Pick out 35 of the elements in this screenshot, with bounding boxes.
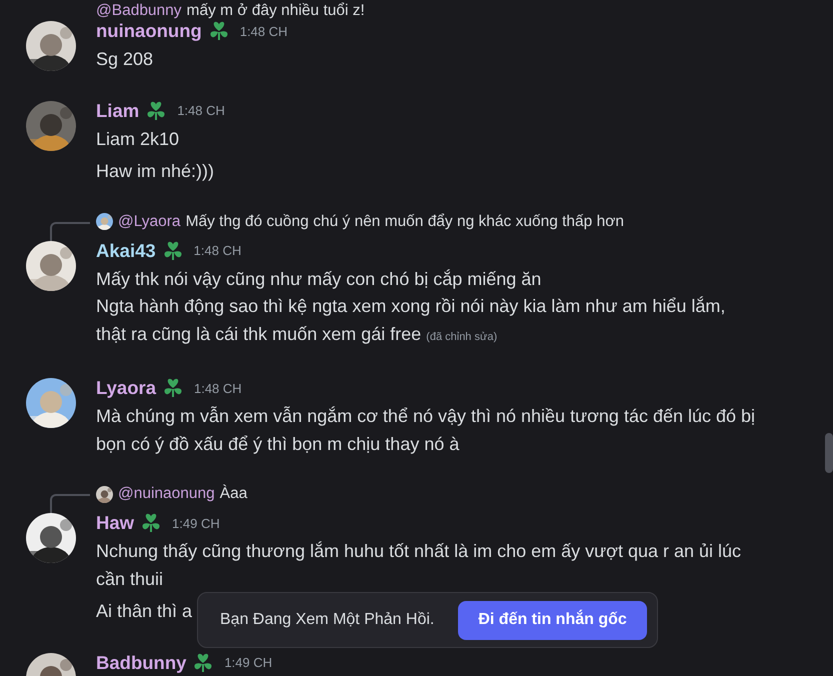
reply-line <box>50 222 90 240</box>
timestamp: 1:49 CH <box>172 516 220 530</box>
username[interactable]: Haw <box>96 512 134 534</box>
timestamp: 1:49 CH <box>224 655 272 670</box>
timestamp: 1:48 CH <box>194 243 242 258</box>
message-text: Mấy thk nói vậy cũng như mấy con chó bị cắp miếng ăn Ngta hành động sao thì kệ ngta xem xong rồi nói này kia làm như am hiểu lắm, thật ra cũng là cái thk muốn xem gái free (đã chỉnh sửa) <box>96 268 726 346</box>
username[interactable]: Liam <box>96 100 140 122</box>
username[interactable]: Akai43 <box>96 240 156 262</box>
message-text: Mà chúng m vẫn xem vẫn ngắm cơ thể nó vậy thì nó nhiều tương tác đến lúc đó bị bọn có ý đồ xấu để ý thì bọn m chịu thay nó à <box>96 405 756 456</box>
jump-to-original-button[interactable]: Đi đến tin nhắn gốc <box>458 600 647 640</box>
timestamp: 1:48 CH <box>177 103 225 118</box>
reply-mention[interactable]: @nuinaonung <box>118 485 215 503</box>
flower-badge-icon <box>208 21 230 41</box>
flower-badge-icon <box>162 378 184 398</box>
message-text: Liam 2k10 <box>96 128 180 150</box>
reply-mention[interactable]: @Badbunny <box>96 2 182 20</box>
reply-mention[interactable]: @Lyaora <box>118 212 181 230</box>
flower-badge-icon <box>192 652 214 672</box>
flower-badge-icon <box>145 100 168 120</box>
username[interactable]: nuinaonung <box>96 20 202 42</box>
message-text: Haw im nhé:))) <box>96 160 214 183</box>
reply-preview[interactable]: mấy m ở đây nhiều tuổi z! <box>186 2 365 20</box>
flower-badge-icon <box>140 513 162 533</box>
username[interactable]: Badbunny <box>96 652 186 674</box>
scrollbar-thumb[interactable] <box>825 433 833 473</box>
message-text: Ai thân thì a <box>96 600 192 623</box>
username[interactable]: Lyaora <box>96 377 156 399</box>
message-text: Nchung thấy cũng thương lắm huhu tốt nhất là im cho em ấy vượt qua r an ủi lúc cần thuii <box>96 540 742 590</box>
reply-preview[interactable]: Mấy thg đó cuồng chú ý nên muốn đẩy ng khác xuống thấp hơn <box>186 212 624 230</box>
toast-text: Bạn Đang Xem Một Phản Hồi. <box>220 611 434 629</box>
timestamp: 1:48 CH <box>194 380 242 396</box>
flower-badge-icon <box>162 240 184 260</box>
timestamp: 1:48 CH <box>240 24 288 38</box>
reply-preview[interactable]: Àaa <box>220 485 248 503</box>
message-text: Sg 208 <box>96 48 154 71</box>
